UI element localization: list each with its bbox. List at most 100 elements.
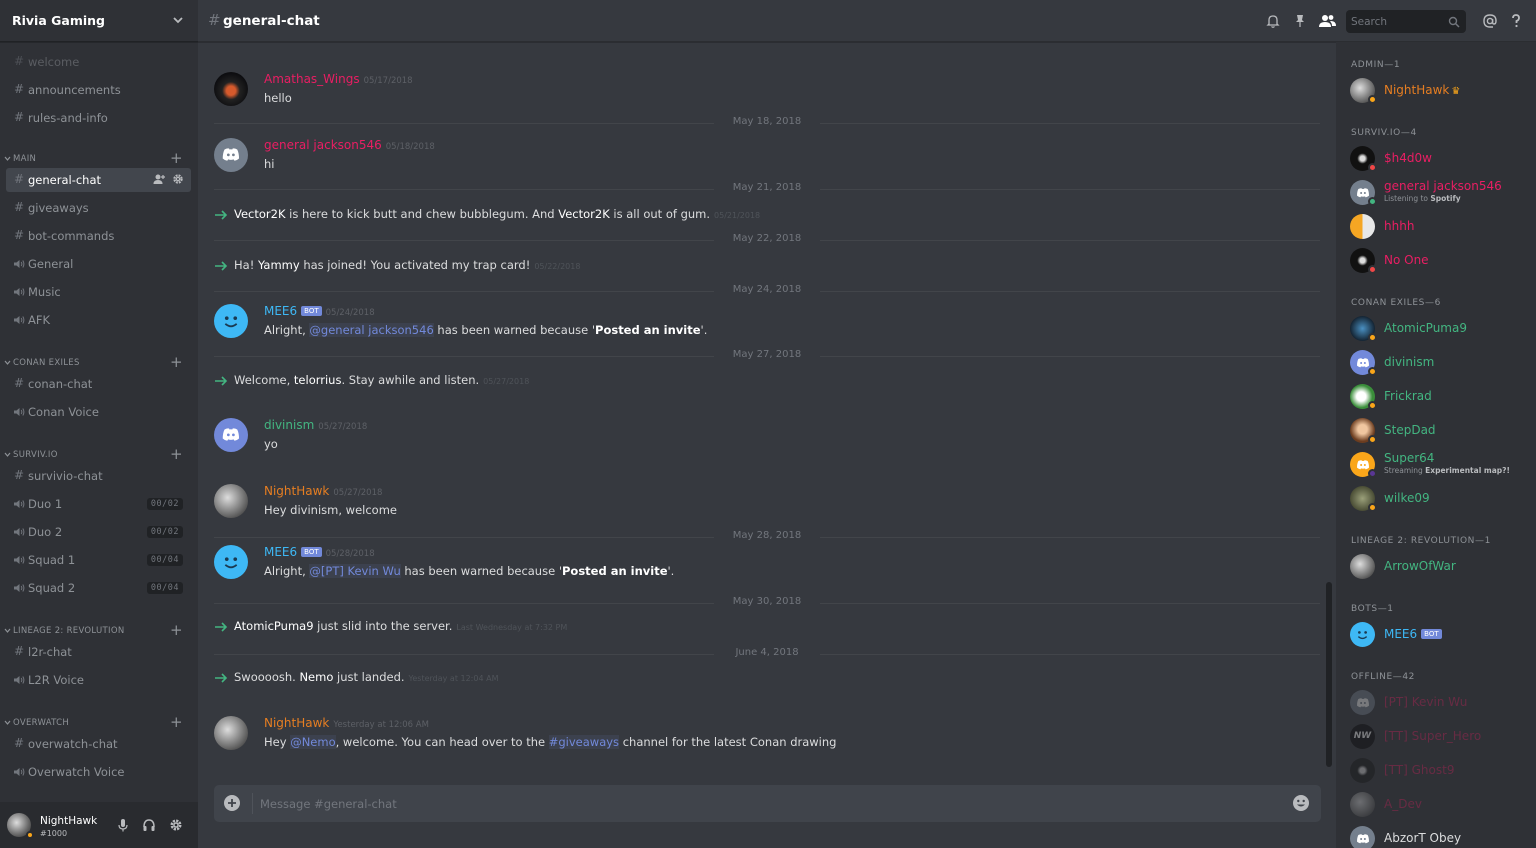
message-header: NightHawk Yesterday at 12:06 AM <box>264 716 429 730</box>
channel-overwatch-chat[interactable]: # overwatch-chat <box>6 732 191 756</box>
channel-music[interactable]: Music <box>6 280 191 304</box>
member-item[interactable]: AtomicPuma9 <box>1350 314 1530 342</box>
search-input[interactable] <box>1346 10 1446 33</box>
avatar[interactable] <box>214 716 248 750</box>
gear-icon[interactable] <box>172 173 184 185</box>
member-item[interactable]: divinism <box>1350 348 1530 376</box>
member-item[interactable]: Super64 Streaming Experimental map?! <box>1350 450 1530 478</box>
channel-squad-2[interactable]: Squad 2 00/04 <box>6 576 191 600</box>
member-activity: Streaming Experimental map?! <box>1384 466 1510 475</box>
member-item[interactable]: A_Dev <box>1350 790 1530 818</box>
author-name[interactable]: general jackson546 <box>264 138 382 152</box>
author-name[interactable]: NightHawk <box>264 484 329 498</box>
channel-afk[interactable]: AFK <box>6 308 191 332</box>
add-channel-icon[interactable]: + <box>170 623 183 638</box>
member-item[interactable]: wilke09 <box>1350 484 1530 512</box>
author-name[interactable]: Amathas_Wings <box>264 72 360 86</box>
channel-survivio-chat[interactable]: # survivio-chat <box>6 464 191 488</box>
channel-overwatch-voice[interactable]: Overwatch Voice <box>6 760 191 784</box>
channel-welcome[interactable]: # welcome <box>6 50 191 74</box>
member-list-icon[interactable] <box>1317 13 1337 29</box>
mention-link[interactable]: @[PT] Kevin Wu <box>309 564 401 578</box>
headphones-icon[interactable] <box>142 818 156 832</box>
channel-list[interactable]: # welcome # announcements # rules-and-info MAI… <box>0 42 198 802</box>
member-item[interactable]: NW [TT] Super_Hero <box>1350 722 1530 750</box>
channel-general-chat[interactable]: # general-chat <box>6 168 191 192</box>
category-surviv-io[interactable]: SURVIV.IO + <box>0 447 198 463</box>
member-item[interactable]: No One <box>1350 246 1530 274</box>
avatar[interactable] <box>214 484 248 518</box>
member-item[interactable]: hhhh <box>1350 212 1530 240</box>
user-name[interactable]: Vector2K <box>234 207 286 221</box>
channel-announcements[interactable]: # announcements <box>6 78 191 102</box>
author-name[interactable]: divinism <box>264 418 314 432</box>
member-item[interactable]: AbzorT Obey <box>1350 824 1530 848</box>
pin-icon[interactable] <box>1292 13 1308 29</box>
channel-l2r-chat[interactable]: # l2r-chat <box>6 640 191 664</box>
add-channel-icon[interactable]: + <box>170 355 183 370</box>
avatar[interactable] <box>214 138 248 172</box>
add-channel-icon[interactable]: + <box>170 715 183 730</box>
channel-duo-1[interactable]: Duo 1 00/02 <box>6 492 191 516</box>
server-header[interactable]: Rivia Gaming <box>0 0 198 42</box>
gear-icon[interactable] <box>169 818 183 832</box>
member-item[interactable]: [TT] Ghost9 <box>1350 756 1530 784</box>
avatar[interactable] <box>214 418 248 452</box>
system-message: Ha! Yammy has joined! You activated my t… <box>214 256 1314 276</box>
mention-link[interactable]: @general jackson546 <box>309 323 434 337</box>
message-area[interactable]: Amathas_Wings 05/17/2018 hello May 18, 2018… <box>198 42 1336 848</box>
author-name[interactable]: MEE6 <box>264 545 297 559</box>
author-name[interactable]: MEE6 <box>264 304 297 318</box>
channel-conan-chat[interactable]: # conan-chat <box>6 372 191 396</box>
category-conan-exiles[interactable]: CONAN EXILES + <box>0 355 198 371</box>
mention-link[interactable]: @Nemo <box>290 735 336 749</box>
author-name[interactable]: NightHawk <box>264 716 329 730</box>
user-name[interactable]: telorrius <box>294 373 342 387</box>
bell-icon[interactable] <box>1265 13 1281 29</box>
member-item[interactable]: Frickrad <box>1350 382 1530 410</box>
message-input[interactable] <box>260 785 1280 822</box>
channel-rules-and-info[interactable]: # rules-and-info <box>6 106 191 130</box>
channel-bot-commands[interactable]: # bot-commands <box>6 224 191 248</box>
user-name[interactable]: Yammy <box>258 258 300 272</box>
emoji-icon[interactable] <box>1292 794 1310 812</box>
member-item[interactable]: MEE6 BOT <box>1350 620 1530 648</box>
member-item[interactable]: StepDad <box>1350 416 1530 444</box>
user-name[interactable]: Vector2K <box>558 207 610 221</box>
member-item[interactable]: ArrowOfWar <box>1350 552 1530 580</box>
plus-circle-icon[interactable] <box>223 794 241 812</box>
channel-l2r-voice[interactable]: L2R Voice <box>6 668 191 692</box>
discord-window: Rivia Gaming # welcome # announcements # rule… <box>0 0 1536 848</box>
member-item[interactable]: NightHawk ♛ <box>1350 76 1530 104</box>
channel-squad-1[interactable]: Squad 1 00/04 <box>6 548 191 572</box>
user-name[interactable]: Nemo <box>299 670 333 684</box>
search-box[interactable] <box>1346 10 1466 33</box>
channel-duo-2[interactable]: Duo 2 00/02 <box>6 520 191 544</box>
help-icon[interactable] <box>1508 13 1524 29</box>
user-name[interactable]: AtomicPuma9 <box>234 619 314 633</box>
mention-icon[interactable] <box>1482 13 1498 29</box>
avatar[interactable] <box>214 545 248 579</box>
category-overwatch[interactable]: OVERWATCH + <box>0 715 198 731</box>
category-main[interactable]: MAIN + <box>0 151 198 167</box>
member-name-text: MEE6 <box>1384 627 1418 641</box>
category-lineage-2-revolution[interactable]: LINEAGE 2: REVOLUTION + <box>0 623 198 639</box>
channel-label: overwatch-chat <box>28 737 118 751</box>
channel-general[interactable]: General <box>6 252 191 276</box>
mee6-face-icon <box>224 557 238 569</box>
invite-icon[interactable] <box>153 173 165 185</box>
avatar[interactable] <box>214 304 248 338</box>
add-channel-icon[interactable]: + <box>170 151 183 166</box>
microphone-icon[interactable] <box>116 818 130 832</box>
add-channel-icon[interactable]: + <box>170 447 183 462</box>
channel-conan-voice[interactable]: Conan Voice <box>6 400 191 424</box>
channel-giveaways[interactable]: # giveaways <box>6 196 191 220</box>
member-item[interactable]: general jackson546 Listening to Spotify <box>1350 178 1530 206</box>
channel-link[interactable]: #giveaways <box>548 735 620 749</box>
member-item[interactable]: $h4d0w <box>1350 144 1530 172</box>
member-item[interactable]: [PT] Kevin Wu <box>1350 688 1530 716</box>
channel-label: Music <box>28 285 61 299</box>
scrollbar[interactable] <box>1326 582 1332 767</box>
avatar[interactable] <box>214 72 248 106</box>
avatar <box>1350 554 1375 579</box>
